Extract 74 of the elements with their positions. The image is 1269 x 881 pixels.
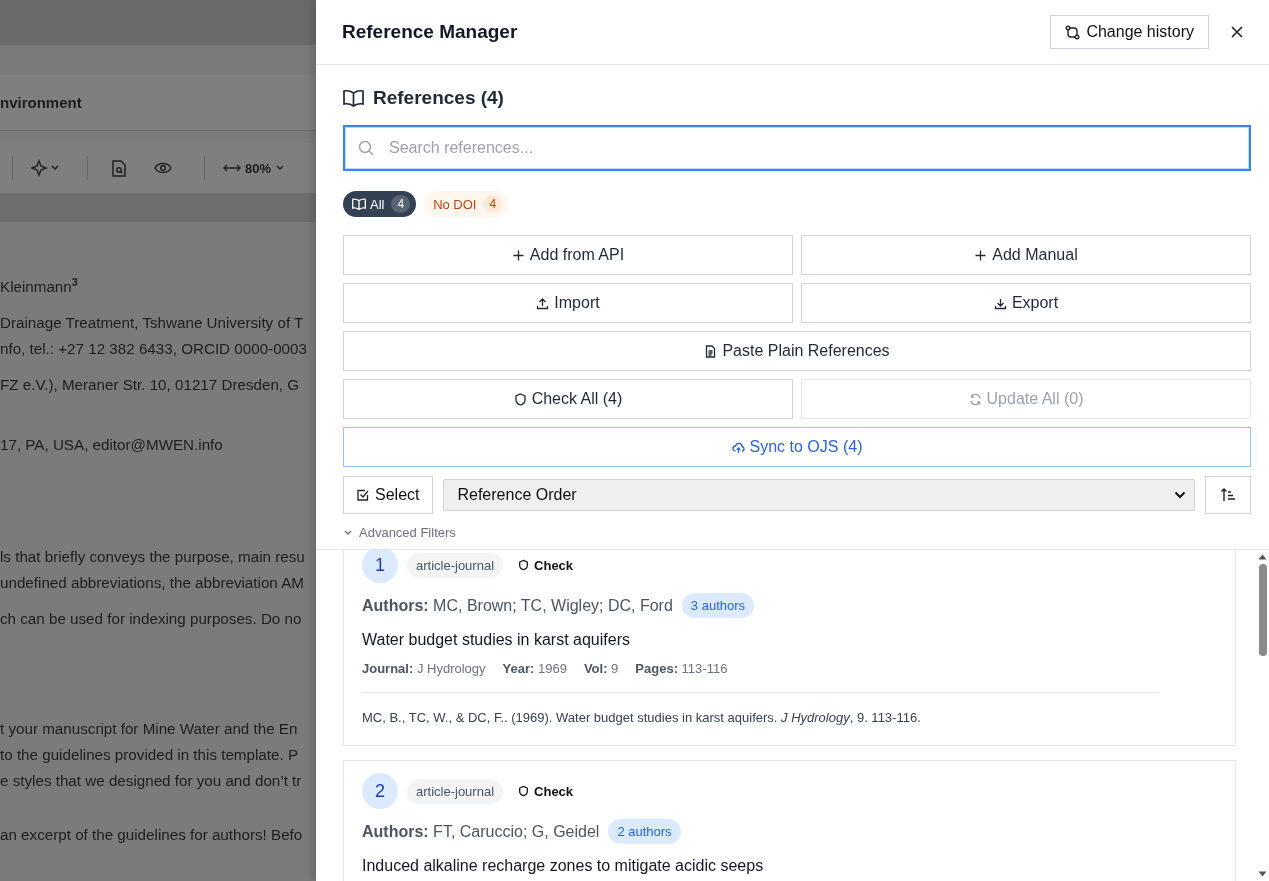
formatted-citation: MC, B., TC, W., & DC, F.. (1969). Water budget studies in karst aquifers. J Hydrology, 9. 113-116. [362, 692, 1159, 725]
type-tag: article-journal [407, 552, 504, 578]
action-button[interactable]: Paste Plain References [343, 331, 1251, 371]
checkbox-icon [357, 489, 369, 501]
document-text-line: FZ e.V.), Meraner Str. 10, 01217 Dresden, G [0, 375, 301, 396]
author-count-badge: 3 authors [681, 593, 755, 618]
metadata-field: Year: 1969 [502, 661, 567, 676]
download-icon [993, 296, 1007, 310]
book-icon [343, 89, 364, 107]
action-button[interactable]: Import [343, 283, 793, 323]
search-icon [358, 140, 374, 156]
document-text-line: ls that briefly conveys the purpose, main resu [0, 547, 306, 568]
reference-number: 2 [362, 773, 398, 809]
change-history-button[interactable]: Change history [1050, 15, 1209, 49]
plus-icon [974, 248, 988, 262]
chevron-down-icon [1174, 491, 1186, 499]
document-text-line: an excerpt of the guidelines for authors! Befo [0, 825, 304, 846]
authors-line: Authors: MC, Brown; TC, Wigley; DC, Ford [362, 596, 673, 615]
document-title: nvironment [0, 94, 82, 111]
advanced-filters-toggle[interactable]: Advanced Filters [343, 523, 456, 542]
document-icon [704, 344, 718, 358]
document-text-line: t your manuscript for Mine Water and the En [0, 719, 299, 740]
action-button[interactable]: Export [801, 283, 1251, 323]
action-button[interactable]: Add from API [343, 235, 793, 275]
author-count-badge: 2 authors [608, 819, 681, 844]
document-text-line: ch can be used for indexing purposes. Do no [0, 609, 303, 630]
eye-icon[interactable] [154, 162, 172, 174]
cloud-upload-icon [731, 440, 745, 454]
sort-order-button[interactable] [1205, 476, 1251, 514]
scrollbar-thumb[interactable] [1258, 564, 1267, 656]
document-text-line: e styles that we designed for you and don’t tr [0, 771, 303, 792]
zoom-dropdown[interactable]: 80% [221, 158, 288, 178]
filter-chip[interactable]: All 4 [343, 191, 417, 217]
refresh-icon [968, 392, 982, 406]
reference-number: 1 [362, 550, 398, 583]
close-icon [1231, 26, 1243, 38]
authors-line: Authors: FT, Caruccio; G, Geidel [362, 822, 600, 841]
compare-icon [1065, 24, 1081, 40]
action-button[interactable]: Sync to OJS (4) [343, 427, 1251, 467]
reference-title: Induced alkaline recharge zones to mitigate acidic seeps [362, 857, 765, 875]
metadata-field: Pages: 113-116 [635, 661, 728, 676]
chevron-down-icon [275, 164, 286, 172]
scroll-up-icon[interactable] [1258, 554, 1267, 560]
plus-icon [511, 248, 525, 262]
sort-icon [1220, 487, 1236, 503]
action-button[interactable]: Check All (4) [343, 379, 793, 419]
reference-title: Water budget studies in karst aquifers [362, 631, 631, 649]
metadata-field: Journal: J Hydrology [362, 661, 486, 676]
type-tag: article-journal [407, 778, 504, 804]
search-field[interactable]: Search references... [343, 125, 1251, 171]
document-text-line: Drainage Treatment, Tshwane University of T [0, 313, 305, 334]
shield-icon [518, 785, 530, 797]
file-search-icon[interactable] [112, 159, 126, 177]
section-title: References (4) [373, 87, 504, 109]
panel-title: Reference Manager [342, 21, 519, 43]
document-text-line: 17, PA, USA, editor@MWEN.info [0, 435, 224, 456]
shield-icon [518, 559, 530, 571]
document-text-line: nfo, tel.: +27 12 382 6433, ORCID 0000-0003 [0, 339, 308, 360]
sort-dropdown[interactable]: Reference Order [443, 479, 1195, 511]
horizontal-arrows-icon [223, 163, 241, 173]
shield-icon [513, 392, 527, 406]
document-text-line: to the guidelines provided in this template. P [0, 745, 300, 766]
filter-chip[interactable]: No DOI 4 [424, 191, 509, 217]
action-button[interactable]: Add Manual [801, 235, 1251, 275]
metadata-field: Vol: 9 [583, 661, 619, 676]
select-button[interactable]: Select [343, 476, 434, 514]
check-button[interactable]: Check [512, 555, 580, 575]
book-icon [352, 198, 366, 210]
chevron-icon [343, 528, 353, 537]
document-text-line: Kleinmann$^{3}$ [0, 275, 79, 298]
scroll-down-icon[interactable] [1258, 871, 1267, 877]
check-button[interactable]: Check [512, 781, 580, 801]
document-text-line: undefined abbreviations, the abbreviation AM [0, 573, 305, 594]
upload-icon [536, 296, 550, 310]
